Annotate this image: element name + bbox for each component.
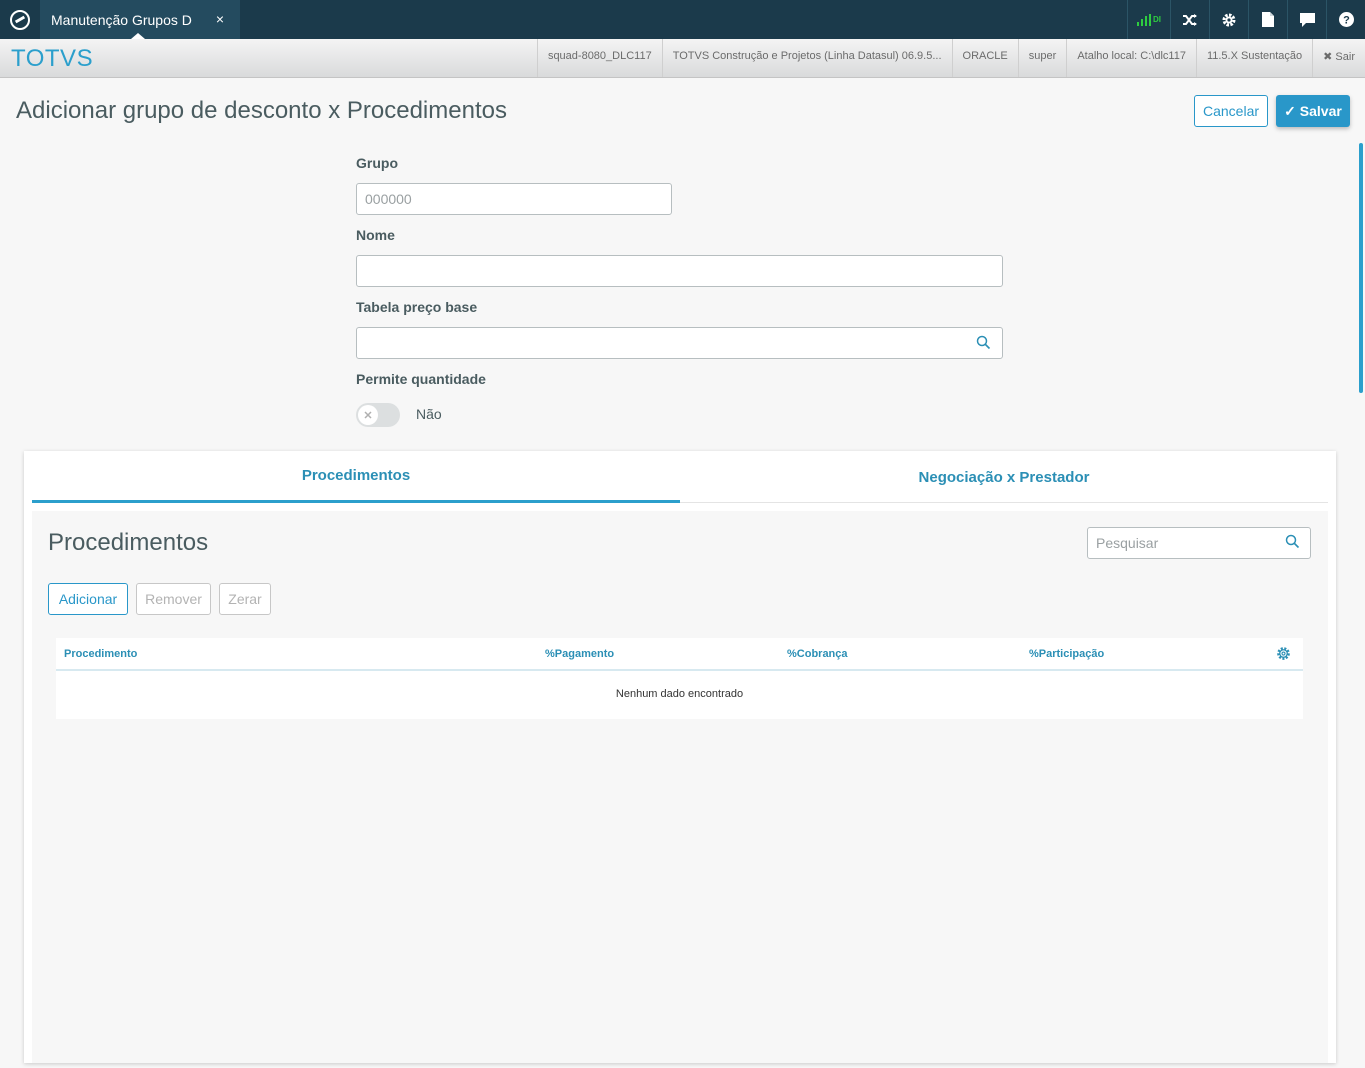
- top-bar: Manutenção Grupos D × DI ?: [0, 0, 1365, 39]
- tab-close-button[interactable]: ×: [216, 11, 224, 27]
- column-header-pagamento[interactable]: %Pagamento: [545, 648, 614, 660]
- chat-button[interactable]: [1287, 0, 1326, 39]
- tabela-preco-label: Tabela preço base: [356, 299, 478, 315]
- tab-negociacao-prestador[interactable]: Negociação x Prestador: [680, 451, 1328, 503]
- help-icon: ?: [1338, 12, 1354, 27]
- tab-bar: Procedimentos Negociação x Prestador: [32, 451, 1328, 503]
- signal-icon: [1137, 13, 1151, 26]
- search-input[interactable]: [1087, 527, 1311, 559]
- svg-text:?: ?: [1343, 15, 1350, 27]
- top-icon-group: DI ?: [1127, 0, 1365, 39]
- switch-knob: [358, 405, 378, 425]
- help-button[interactable]: ?: [1326, 0, 1365, 39]
- switch-company-button[interactable]: [1170, 0, 1209, 39]
- column-header-cobranca[interactable]: %Cobrança: [787, 648, 848, 660]
- tab-title: Manutenção Grupos D: [51, 11, 192, 28]
- table-header: Procedimento %Pagamento %Cobrança %Parti…: [56, 638, 1303, 671]
- section-title: Procedimentos: [48, 529, 209, 556]
- gear-icon: [1222, 13, 1236, 26]
- page-scrollbar[interactable]: [1359, 143, 1363, 393]
- cancel-button[interactable]: Cancelar: [1194, 95, 1268, 127]
- settings-button[interactable]: [1209, 0, 1248, 39]
- page-title: Adicionar grupo de desconto x Procedimen…: [16, 97, 507, 124]
- procedimentos-panel: Procedimentos Adicionar Remover Zerar Pr…: [32, 511, 1328, 1063]
- signal-label: DI: [1153, 15, 1161, 24]
- nome-label: Nome: [356, 227, 395, 243]
- tabela-preco-input[interactable]: [356, 327, 1003, 359]
- grupo-label: Grupo: [356, 155, 398, 171]
- save-button[interactable]: ✓ Salvar: [1276, 95, 1350, 127]
- nome-input[interactable]: [356, 255, 1003, 287]
- procedimentos-table: Procedimento %Pagamento %Cobrança %Parti…: [56, 638, 1303, 719]
- product-info: TOTVS Construção e Projetos (Linha Datas…: [661, 39, 952, 77]
- tab-procedimentos[interactable]: Procedimentos: [32, 451, 680, 503]
- logout-button[interactable]: ✖ Sair: [1312, 39, 1365, 77]
- shuffle-icon: [1183, 13, 1197, 26]
- details-card: Procedimentos Negociação x Prestador Pro…: [24, 451, 1336, 1063]
- totvs-logo-button[interactable]: [0, 0, 40, 39]
- system-info-bar: TOTVS squad-8080_DLC117 TOTVS Construção…: [0, 39, 1365, 78]
- column-settings-icon[interactable]: [1276, 646, 1291, 661]
- permite-quantidade-label: Permite quantidade: [356, 371, 486, 387]
- server-info: squad-8080_DLC117: [536, 39, 662, 77]
- column-header-procedimento[interactable]: Procedimento: [64, 648, 137, 660]
- permite-quantidade-value: Não: [416, 406, 442, 422]
- lookup-search-icon[interactable]: [976, 335, 991, 350]
- system-info-list: squad-8080_DLC117 TOTVS Construção e Pro…: [536, 39, 1365, 77]
- open-program-tab[interactable]: Manutenção Grupos D ×: [40, 0, 240, 39]
- permite-quantidade-switch[interactable]: [356, 403, 400, 427]
- add-button[interactable]: Adicionar: [48, 583, 128, 615]
- column-header-participacao[interactable]: %Participação: [1029, 648, 1104, 660]
- totvs-logo-icon: [10, 9, 30, 30]
- chat-icon: [1299, 12, 1315, 27]
- version-info: 11.5.X Sustentação: [1195, 39, 1312, 77]
- brand-logo: TOTVS: [11, 45, 94, 72]
- grupo-input[interactable]: [356, 183, 672, 215]
- database-info: ORACLE: [951, 39, 1018, 77]
- remove-button[interactable]: Remover: [136, 583, 211, 615]
- user-info: super: [1017, 39, 1067, 77]
- search-icon[interactable]: [1285, 534, 1300, 549]
- reset-button[interactable]: Zerar: [219, 583, 271, 615]
- document-button[interactable]: [1248, 0, 1287, 39]
- signal-status-button[interactable]: DI: [1127, 0, 1170, 39]
- empty-table-message: Nenhum dado encontrado: [615, 688, 744, 700]
- close-icon: [364, 411, 372, 419]
- document-icon: [1262, 12, 1274, 27]
- local-shortcut-info: Atalho local: C:\dlc117: [1066, 39, 1196, 77]
